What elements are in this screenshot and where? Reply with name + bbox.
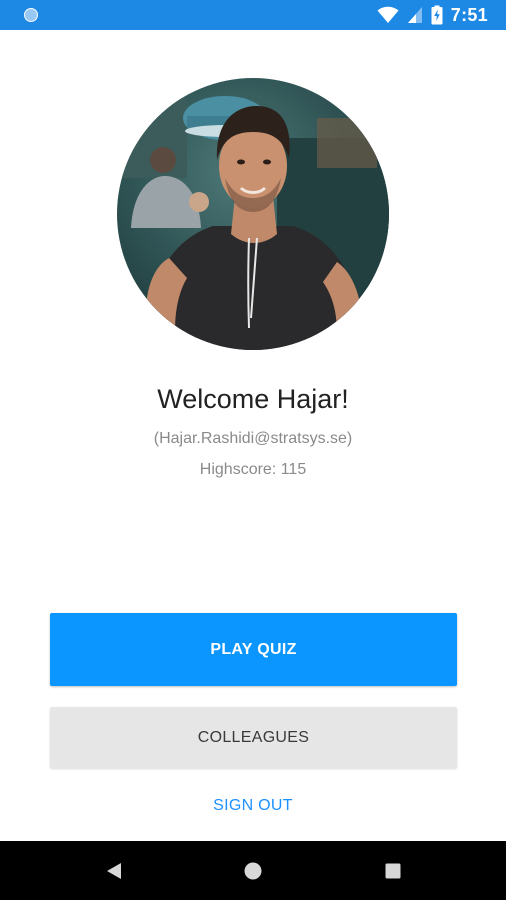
wifi-icon xyxy=(377,6,399,24)
home-icon[interactable] xyxy=(223,841,283,900)
status-icons: 7:51 xyxy=(377,0,488,30)
recents-icon[interactable] xyxy=(363,841,423,900)
app-screen: 7:51 Welcome Hajar! (Hajar.Rashidi@strat… xyxy=(0,0,506,900)
system-nav-bar xyxy=(0,841,506,900)
status-bar: 7:51 xyxy=(0,0,506,30)
welcome-heading: Welcome Hajar! xyxy=(157,384,349,414)
sign-out-link[interactable]: SIGN OUT xyxy=(0,792,506,820)
cell-signal-icon xyxy=(407,6,423,24)
play-quiz-button[interactable]: PLAY QUIZ xyxy=(50,613,457,686)
status-time: 7:51 xyxy=(450,4,488,25)
battery-charging-icon xyxy=(431,5,443,25)
notification-dot-icon xyxy=(24,8,38,22)
back-icon[interactable] xyxy=(84,841,144,900)
user-email: (Hajar.Rashidi@stratsys.se) xyxy=(153,430,353,447)
profile-avatar xyxy=(117,78,389,350)
colleagues-button[interactable]: COLLEAGUES xyxy=(50,707,457,768)
highscore-text: Highscore: 115 xyxy=(199,461,307,478)
